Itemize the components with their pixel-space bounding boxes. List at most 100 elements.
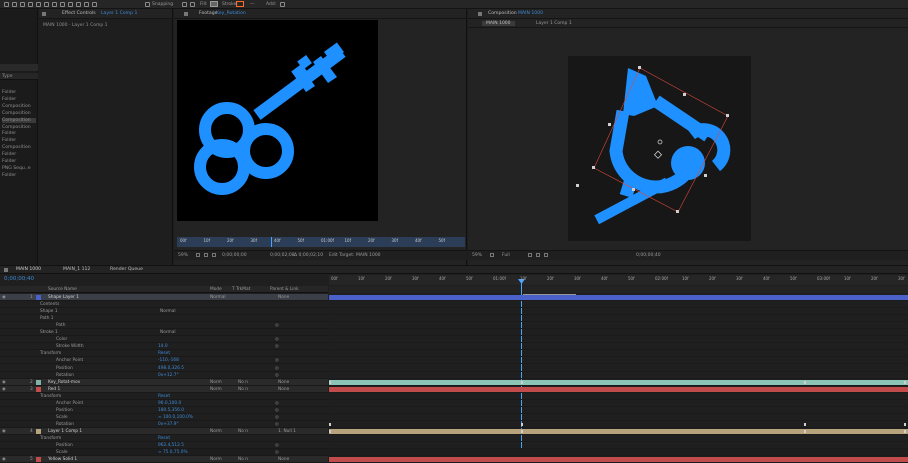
label-color-swatch[interactable] — [36, 428, 41, 434]
timeline-track[interactable] — [329, 308, 908, 316]
row-name[interactable]: Layer 1 Comp 1 — [48, 429, 82, 434]
property-value[interactable]: ∞ 75.0,75.0% — [158, 450, 188, 455]
selection-tool-icon[interactable] — [12, 2, 17, 7]
keyframe-marker[interactable] — [904, 429, 906, 433]
keyframe-marker[interactable] — [329, 380, 331, 384]
row-name[interactable]: Key_Rotat-mov — [48, 380, 80, 385]
footage-cti[interactable] — [271, 237, 272, 247]
label-color-swatch[interactable] — [36, 386, 41, 392]
visibility-eye-icon[interactable]: ◉ — [2, 429, 6, 434]
tl-tab-main112[interactable]: MAIN_1 112 — [63, 267, 90, 272]
row-name[interactable]: Position — [56, 443, 73, 448]
property-row[interactable]: Transform Reset — [0, 435, 328, 442]
property-row[interactable]: Transform Reset — [0, 350, 328, 358]
keyframe-marker[interactable] — [904, 380, 906, 384]
row-name[interactable]: Anchor Point — [56, 401, 83, 406]
project-item[interactable]: Folder — [2, 138, 16, 143]
layer-duration-bar[interactable] — [329, 386, 908, 392]
keyframe-marker[interactable] — [804, 429, 806, 433]
layer-duration-bar[interactable] — [329, 428, 908, 434]
row-name[interactable]: Transform — [40, 436, 61, 441]
expression-pickwhip-icon[interactable]: ◎ — [275, 366, 279, 371]
menu-icon[interactable] — [42, 12, 46, 16]
property-row[interactable]: Stroke Width 14.0 ◎ — [0, 343, 328, 351]
timeline-track[interactable] — [329, 350, 908, 358]
expression-pickwhip-icon[interactable]: ◎ — [275, 344, 279, 349]
camera-tool-icon[interactable] — [44, 2, 49, 7]
transparency-grid-icon[interactable] — [536, 253, 540, 257]
project-item[interactable]: Folder — [2, 90, 16, 95]
property-row[interactable]: Path 1 — [0, 315, 328, 323]
keyframe-marker[interactable] — [804, 422, 806, 426]
effect-controls-title[interactable]: Effect Controls — [62, 11, 96, 16]
timeline-track[interactable] — [329, 407, 908, 414]
tl-tab-render[interactable]: Render Queue — [110, 267, 143, 272]
project-item[interactable]: PNG Sequ..e — [2, 166, 31, 171]
expression-pickwhip-icon[interactable]: ◎ — [275, 422, 279, 427]
timeline-track[interactable] — [329, 400, 908, 407]
property-row[interactable]: Color ◎ — [0, 336, 328, 344]
snapping-checkbox[interactable] — [145, 2, 150, 7]
col-parent[interactable]: Parent & Link — [270, 287, 299, 292]
property-row[interactable]: Position 180.5,356.0 ◎ — [0, 407, 328, 414]
timeline-ruler[interactable] — [329, 286, 908, 293]
timeline-track[interactable] — [329, 428, 908, 435]
expression-pickwhip-icon[interactable]: ◎ — [275, 358, 279, 363]
stroke-width-value[interactable]: — — [250, 2, 255, 7]
rotate-tool-icon[interactable] — [36, 2, 41, 7]
property-value[interactable]: 0x+37.9° — [158, 422, 179, 427]
timeline-track[interactable] — [329, 414, 908, 421]
property-value[interactable]: Reset — [158, 351, 170, 356]
footage-viewer[interactable] — [177, 20, 378, 221]
project-item[interactable]: Folder — [2, 159, 16, 164]
expression-pickwhip-icon[interactable]: ◎ — [275, 443, 279, 448]
row-name[interactable]: Rotation — [56, 422, 74, 427]
timeline-track[interactable] — [329, 301, 908, 309]
lock-icon[interactable] — [478, 12, 482, 16]
fit-icon[interactable] — [490, 253, 494, 257]
property-value[interactable]: -110,-168 — [158, 358, 179, 363]
project-item[interactable]: Composition — [2, 104, 31, 109]
trkmat-dropdown[interactable]: No n — [238, 457, 248, 462]
blend-mode-dropdown[interactable]: Norm — [210, 380, 222, 385]
blend-mode-dropdown[interactable]: Normal — [160, 309, 176, 314]
project-item[interactable]: Composition — [2, 117, 36, 123]
property-value[interactable]: Reset — [158, 394, 170, 399]
timeline-track[interactable] — [329, 315, 908, 323]
timeline-track[interactable] — [329, 294, 908, 301]
expression-pickwhip-icon[interactable]: ◎ — [275, 401, 279, 406]
trkmat-dropdown[interactable]: No n — [238, 380, 248, 385]
visibility-eye-icon[interactable]: ◉ — [2, 457, 6, 462]
camera-icon[interactable] — [544, 253, 548, 257]
col-mode[interactable]: Mode — [210, 287, 222, 292]
layer-row[interactable]: ◉ 1 Shape Layer 1 Normal None — [0, 294, 328, 301]
project-item[interactable]: Folder — [2, 152, 16, 157]
keyframe-marker[interactable] — [329, 422, 331, 426]
row-name[interactable]: Stroke 1 — [40, 330, 58, 335]
expression-pickwhip-icon[interactable]: ◎ — [275, 415, 279, 420]
row-name[interactable]: Path — [56, 323, 65, 328]
footage-zoom[interactable]: 59% — [178, 253, 188, 258]
timeline-track[interactable] — [329, 449, 908, 457]
keyframe-marker[interactable] — [329, 429, 331, 433]
zoom-tool-icon[interactable] — [28, 2, 33, 7]
blend-mode-dropdown[interactable]: Norm — [210, 429, 222, 434]
layer-duration-bar[interactable] — [329, 295, 908, 300]
property-value[interactable]: 96.0,100.0 — [158, 401, 181, 406]
row-name[interactable]: Red 1 — [48, 387, 60, 392]
property-value[interactable]: 962.4,512.5 — [158, 443, 184, 448]
project-item[interactable]: Composition — [2, 125, 31, 130]
tl-tab-main[interactable]: MAIN 1000 — [16, 267, 41, 272]
expression-pickwhip-icon[interactable]: ◎ — [275, 337, 279, 342]
composition-title[interactable]: Composition — [488, 11, 517, 16]
visibility-eye-icon[interactable]: ◉ — [2, 295, 6, 300]
timeline-track[interactable] — [329, 343, 908, 351]
layer-row[interactable]: ◉ 2 Key_Rotat-mov Norm No n None — [0, 378, 328, 386]
timeline-timecode[interactable]: 0;00;00;40 — [4, 276, 34, 282]
row-name[interactable]: Transform — [40, 351, 61, 356]
row-name[interactable]: Position — [56, 366, 73, 371]
project-search[interactable] — [0, 64, 38, 71]
label-color-swatch[interactable] — [36, 295, 41, 300]
property-row[interactable]: Stroke 1 Normal — [0, 329, 328, 337]
layer-row[interactable]: ◉ 3 Red 1 Norm No n None — [0, 385, 328, 393]
